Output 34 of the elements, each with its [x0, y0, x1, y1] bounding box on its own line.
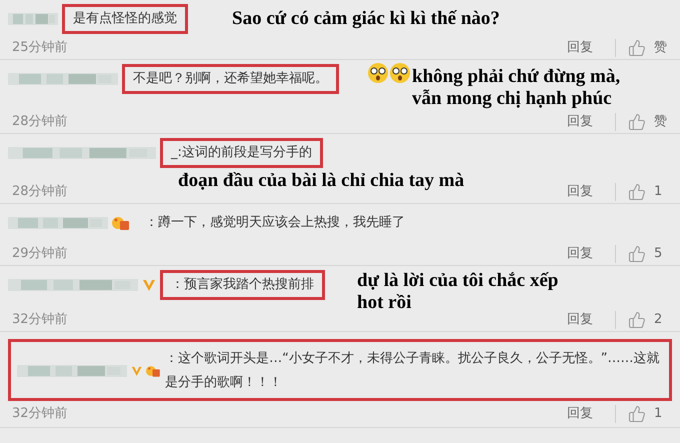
comment-text: ：蹲一下，感觉明天应该会上热搜，我先睡了 [144, 214, 406, 232]
reply-link[interactable]: 回复 [567, 312, 593, 328]
comment-time: 29分钟前 [12, 246, 68, 262]
translation-note: Sao cứ có cảm giác kì kì thế nào? [232, 8, 500, 30]
reply-link[interactable]: 回复 [567, 406, 593, 422]
thumbs-up-icon[interactable] [628, 245, 646, 263]
like-count: 5 [654, 246, 664, 262]
comment-text: 不是吧？别啊，还希望她幸福呢。 [122, 64, 339, 94]
thumbs-up-icon[interactable] [628, 311, 646, 329]
translation-note: dự là lời của tôi chắc xếp hot rồi [357, 270, 558, 314]
comment-time: 28分钟前 [12, 114, 68, 130]
like-count: 1 [654, 406, 664, 422]
thumbs-up-icon[interactable] [628, 113, 646, 131]
comment-time: 32分钟前 [12, 406, 68, 422]
comment-text: 是有点怪怪的感觉 [62, 4, 188, 34]
comment-time: 32分钟前 [12, 312, 68, 328]
reply-link[interactable]: 回复 [567, 114, 593, 130]
comment-time: 25分钟前 [12, 40, 68, 56]
thumbs-up-icon[interactable] [628, 39, 646, 57]
comment-text: ：这个歌词开头是…“小女子不才，未得公子青睐。扰公子良久，公子无怪。”……这就是分手的歌啊！！！ [165, 350, 661, 392]
reply-link[interactable]: 回复 [567, 40, 593, 56]
thumbs-up-icon[interactable] [628, 405, 646, 423]
like-count: 1 [654, 184, 664, 200]
comment-time: 28分钟前 [12, 184, 68, 200]
like-count: 赞 [654, 114, 668, 130]
translation-note: không phải chứ đừng mà, vẫn mong chị hạnh phúc [412, 66, 620, 110]
thumbs-up-icon[interactable] [628, 183, 646, 201]
like-count: 2 [654, 312, 664, 328]
reply-link[interactable]: 回复 [567, 184, 593, 200]
comment-text: ：预言家我踏个热搜前排 [160, 270, 325, 300]
reply-link[interactable]: 回复 [567, 246, 593, 262]
like-count: 赞 [654, 40, 668, 56]
comment-text: _:这词的前段是写分手的 [160, 138, 323, 168]
translation-note: đoạn đầu của bài là chỉ chia tay mà [178, 170, 464, 192]
